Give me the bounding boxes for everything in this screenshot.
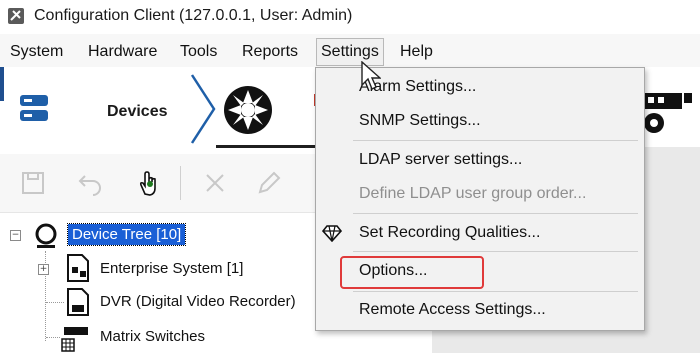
save-icon[interactable] (18, 168, 48, 198)
devices-tab-label[interactable]: Devices (107, 103, 168, 121)
tree-connector (46, 302, 64, 303)
enterprise-system-icon (67, 254, 89, 282)
toolbar-separator (180, 166, 181, 200)
nav-underline (216, 145, 326, 148)
tree-item-dvr[interactable]: DVR (Digital Video Recorder) (100, 293, 296, 310)
gem-icon (322, 225, 342, 242)
tree-expand-toggle[interactable]: + (38, 264, 49, 275)
tree-root-device-tree[interactable]: Device Tree [10] (66, 223, 187, 246)
menu-item-set-recording-qualities[interactable]: Set Recording Qualities... (359, 224, 540, 242)
menu-separator (353, 140, 638, 141)
menu-separator (353, 213, 638, 214)
dvr-icon (67, 288, 89, 316)
menu-item-options[interactable]: Options... (359, 262, 427, 280)
hardware-settings-icon[interactable] (640, 87, 695, 137)
tree-collapse-toggle[interactable]: − (10, 230, 21, 241)
window-title: Configuration Client (127.0.0.1, User: A… (34, 7, 353, 24)
app-icon (8, 8, 24, 24)
menu-bar: System Hardware Tools Reports Settings H… (0, 34, 700, 67)
matrix-switches-icon (61, 327, 88, 352)
camera-wheel-icon[interactable] (222, 84, 274, 136)
menu-reports[interactable]: Reports (242, 43, 298, 61)
undo-icon[interactable] (75, 168, 105, 198)
tree-connector (46, 337, 60, 338)
scan-hand-icon[interactable] (133, 168, 163, 198)
delete-icon[interactable] (200, 168, 230, 198)
menu-separator (353, 251, 638, 252)
menu-help[interactable]: Help (400, 43, 433, 61)
menu-system[interactable]: System (10, 43, 63, 61)
menu-tools[interactable]: Tools (180, 43, 217, 61)
device-tree-root-icon (35, 223, 57, 248)
menu-item-ldap-server-settings[interactable]: LDAP server settings... (359, 151, 522, 169)
tree-item-enterprise-system[interactable]: Enterprise System [1] (100, 260, 243, 277)
mouse-cursor-icon (361, 61, 381, 90)
settings-dropdown-menu: Alarm Settings... SNMP Settings... LDAP … (315, 67, 645, 331)
title-bar: Configuration Client (127.0.0.1, User: A… (0, 0, 700, 34)
menu-item-remote-access-settings[interactable]: Remote Access Settings... (359, 301, 546, 319)
chevron-divider (190, 74, 216, 144)
edit-pencil-icon[interactable] (254, 168, 284, 198)
menu-separator (353, 291, 638, 292)
devices-icon[interactable] (19, 93, 49, 123)
menu-item-snmp-settings[interactable]: SNMP Settings... (359, 112, 481, 130)
tree-item-matrix-switches[interactable]: Matrix Switches (100, 328, 205, 345)
menu-hardware[interactable]: Hardware (88, 43, 157, 61)
menu-item-define-ldap-group-order: Define LDAP user group order... (359, 185, 587, 202)
